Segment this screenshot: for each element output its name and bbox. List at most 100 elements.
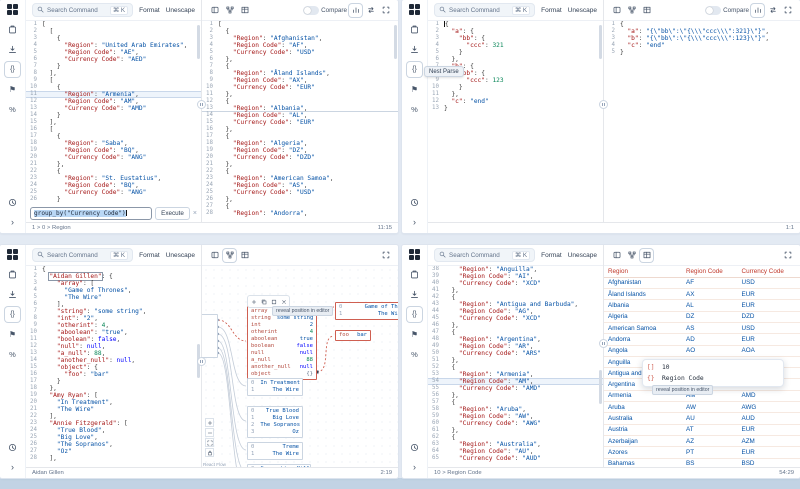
compare-toggle[interactable] (705, 5, 722, 15)
graph-view-button[interactable] (625, 249, 638, 262)
graph-view-button[interactable] (223, 4, 236, 17)
sidebar-history-button[interactable] (5, 440, 20, 455)
table-view-button[interactable] (640, 4, 653, 17)
sidebar-export-button[interactable] (407, 42, 422, 57)
lock-button[interactable] (205, 448, 214, 457)
table-row[interactable]: Austria AT EUR (604, 424, 800, 436)
graph-node[interactable]: 0Game of Thr1The Wir (335, 302, 398, 320)
swap-button[interactable] (364, 4, 377, 17)
sidebar-import-button[interactable] (5, 267, 20, 282)
sidebar-flag-button[interactable]: ⚑ (5, 82, 20, 97)
compare-toggle[interactable] (303, 5, 320, 15)
table-row[interactable]: Afghanistan AF USD (604, 277, 800, 290)
split-resize-handle[interactable] (197, 357, 206, 366)
json-editor-left[interactable]: 38 "Region": "Anguilla", 39 "Region Code"… (428, 266, 603, 467)
text-view-button[interactable] (208, 4, 221, 17)
sidebar-flag-button[interactable]: ⚑ (5, 327, 20, 342)
unescape-button[interactable]: Unescape (568, 7, 597, 14)
table-row[interactable]: Åland Islands AX EUR (604, 288, 800, 301)
sidebar-collapse-button[interactable]: › (407, 460, 422, 475)
json-editor-left[interactable]: 1[2 [3 {4 "Region": "United Arab Emirate… (26, 21, 201, 222)
graph-node[interactable]: 0 In Treatment 1 The Wire (247, 378, 303, 396)
table-row[interactable]: Andorra AD EUR (604, 333, 800, 346)
popup-item[interactable]: {} Region Code (647, 373, 779, 384)
search-input[interactable]: Search Command ⌘ K (32, 248, 134, 262)
unescape-button[interactable]: Unescape (166, 252, 195, 259)
close-button[interactable] (279, 297, 288, 306)
sidebar-nest-parse-button[interactable]: % (5, 347, 20, 362)
column-header[interactable]: Region (604, 266, 682, 278)
search-input[interactable]: Search Command ⌘ K (434, 3, 536, 17)
sidebar-history-button[interactable] (5, 195, 20, 210)
split-resize-handle[interactable] (599, 339, 608, 348)
swap-button[interactable] (766, 4, 779, 17)
graph-node[interactable]: 0Generation Kill1True Blood (247, 464, 311, 467)
expand-button[interactable] (379, 4, 392, 17)
table-row[interactable]: Algeria DZ DZD (604, 311, 800, 323)
json-editor-left[interactable]: 1{2 "a": {3 "bb": {4 "ccc": 3215 }6 },7 … (428, 21, 603, 222)
expand-button[interactable] (205, 438, 214, 447)
split-resize-handle[interactable] (197, 100, 206, 109)
box-button[interactable] (269, 297, 278, 306)
table-view-button[interactable] (640, 249, 653, 262)
sidebar-flag-button[interactable]: ⚑ (407, 82, 422, 97)
sidebar-format-button[interactable]: {} (407, 307, 422, 322)
execute-button[interactable]: Execute (155, 206, 190, 220)
graph-node-selected[interactable]: array string some string int 2 otherint 4 abool… (247, 306, 317, 380)
table-row[interactable]: Aruba AW AWG (604, 401, 800, 414)
split-resize-handle[interactable] (599, 100, 608, 109)
json-editor-left[interactable]: 1{2 "Aidan Gillen": {3 "array": [4 "Game… (26, 266, 201, 467)
sidebar-collapse-button[interactable]: › (5, 215, 20, 230)
table-row[interactable]: Bahamas BS BSD (604, 458, 800, 467)
sidebar-format-button[interactable]: {} (5, 307, 20, 322)
sidebar-import-button[interactable] (407, 267, 422, 282)
breadcrumb[interactable]: Aidan Gillen (32, 470, 64, 476)
sidebar-nest-parse-button[interactable]: % (407, 102, 422, 117)
scrollbar-thumb[interactable] (394, 25, 397, 59)
table-row[interactable]: Azores PT EUR (604, 446, 800, 459)
graph-node[interactable]: foo bar (335, 330, 371, 341)
copy-button[interactable] (259, 297, 268, 306)
sidebar-history-button[interactable] (407, 440, 422, 455)
format-button[interactable]: Format (541, 252, 562, 259)
table-row[interactable]: Angola AO AOA (604, 345, 800, 357)
graph-view-button[interactable] (625, 4, 638, 17)
breadcrumb[interactable]: 10 > Region Code (434, 470, 482, 476)
graph-node[interactable]: 0 True Blood 1 Big Love 2 The Sopranos 3 Oz (247, 406, 303, 438)
chart-button[interactable] (349, 4, 362, 17)
sidebar-export-button[interactable] (5, 42, 20, 57)
unescape-button[interactable]: Unescape (166, 7, 195, 14)
sidebar-history-button[interactable] (407, 195, 422, 210)
column-header[interactable]: Region Code (682, 266, 738, 278)
text-view-button[interactable] (610, 4, 623, 17)
expand-button[interactable] (379, 249, 392, 262)
scrollbar-thumb[interactable] (197, 25, 200, 59)
minus-button[interactable] (205, 428, 214, 437)
graph-node[interactable]: 0 Treme 1 The Wire (247, 442, 303, 460)
json-editor-right[interactable]: 1{2 "a": "{\"bb\":\"{\\\"ccc\\\":321}\"}… (604, 21, 800, 222)
graph-node-root[interactable] (202, 314, 218, 358)
scrollbar-thumb[interactable] (599, 370, 602, 404)
unescape-button[interactable]: Unescape (568, 252, 597, 259)
expand-button[interactable] (781, 4, 794, 17)
graph-canvas[interactable]: array string some string int 2 otherint 4 abool… (202, 266, 398, 467)
sidebar-nest-parse-button[interactable]: % (407, 347, 422, 362)
sidebar-flag-button[interactable]: ⚑ (407, 327, 422, 342)
breadcrumb[interactable]: 1 > 0 > Region (32, 225, 71, 231)
column-header[interactable]: Currency Code (737, 266, 800, 278)
popup-item[interactable]: [] 10 (647, 362, 779, 373)
sidebar-collapse-button[interactable]: › (5, 460, 20, 475)
search-input[interactable]: Search Command ⌘ K (434, 248, 536, 262)
plus-button[interactable] (249, 297, 258, 306)
sidebar-format-button[interactable]: {} (5, 62, 20, 77)
sidebar-export-button[interactable] (407, 287, 422, 302)
sidebar-collapse-button[interactable]: › (407, 215, 422, 230)
sidebar-export-button[interactable] (5, 287, 20, 302)
search-input[interactable]: Search Command ⌘ K (32, 3, 134, 17)
graph-view-button[interactable] (223, 249, 236, 262)
chart-button[interactable] (751, 4, 764, 17)
expand-button[interactable] (781, 249, 794, 262)
command-input[interactable]: group_by("Currency Code") (30, 206, 153, 220)
text-view-button[interactable] (208, 249, 221, 262)
table-row[interactable]: American Samoa AS USD (604, 322, 800, 335)
